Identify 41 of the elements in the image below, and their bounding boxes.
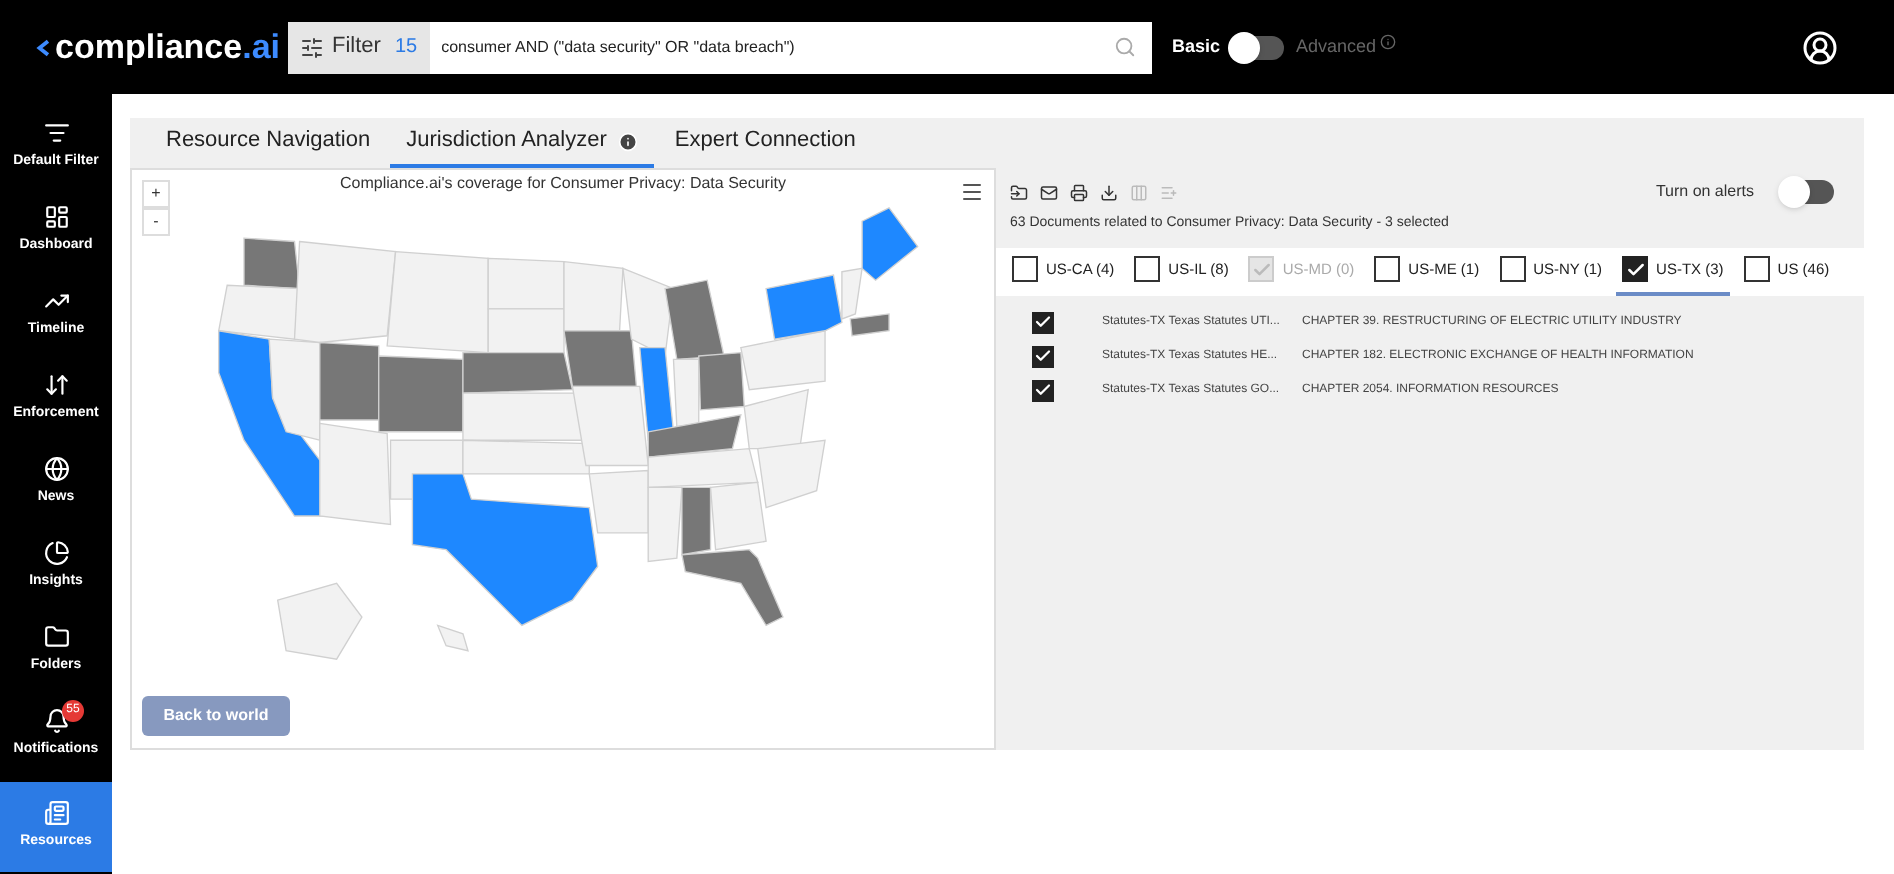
filter-icon [43, 119, 69, 146]
document-icon [43, 800, 69, 827]
dashboard-icon [43, 203, 69, 230]
checkbox[interactable] [1622, 256, 1649, 282]
print-icon[interactable] [1070, 183, 1088, 201]
pie-chart-icon [43, 539, 69, 566]
user-avatar-icon[interactable] [1802, 29, 1838, 65]
logo-mark-icon [36, 37, 54, 57]
alerts-switch[interactable] [1782, 180, 1834, 204]
mode-switch[interactable] [1232, 35, 1285, 59]
mail-icon[interactable] [1040, 183, 1058, 201]
row-checkbox[interactable] [1032, 379, 1054, 401]
arrows-icon [43, 371, 69, 398]
sliders-icon [300, 35, 324, 59]
row-checkbox[interactable] [1032, 345, 1054, 367]
folder-icon[interactable] [1010, 183, 1028, 201]
checkbox[interactable] [1743, 256, 1770, 282]
checkbox[interactable] [1374, 256, 1401, 282]
menu-icon[interactable] [960, 180, 984, 204]
download-icon[interactable] [1100, 183, 1118, 201]
bell-icon [43, 707, 69, 734]
tab[interactable]: Resource Navigation [150, 118, 387, 168]
row-checkbox[interactable] [1032, 311, 1054, 333]
map-title: Compliance.ai's coverage for Consumer Privacy: Data Security [340, 172, 786, 196]
basic-label: Basic [1172, 33, 1221, 60]
filter-label: Filter [332, 32, 381, 63]
alerts-label: Turn on alerts [1655, 180, 1754, 204]
zoom-out-button[interactable]: - [142, 208, 170, 236]
globe-icon [43, 455, 69, 482]
filter-search-field[interactable]: Filter 15 consumer AND ("data security" OR "data breach") [288, 21, 1152, 73]
logo[interactable]: compliance.ai [36, 21, 280, 73]
checkbox[interactable] [1134, 256, 1161, 282]
checkbox[interactable] [1499, 256, 1526, 282]
folder-icon [43, 623, 69, 650]
query-input[interactable]: consumer AND ("data security" OR "data breach") [429, 35, 1114, 59]
tab[interactable]: Expert Connection [658, 118, 872, 168]
checkbox[interactable] [1012, 256, 1038, 282]
zoom-in-button[interactable]: + [142, 180, 170, 208]
filter-count: 15 [394, 34, 418, 62]
info-icon[interactable] [1380, 33, 1397, 49]
advanced-label: Advanced [1296, 33, 1377, 60]
